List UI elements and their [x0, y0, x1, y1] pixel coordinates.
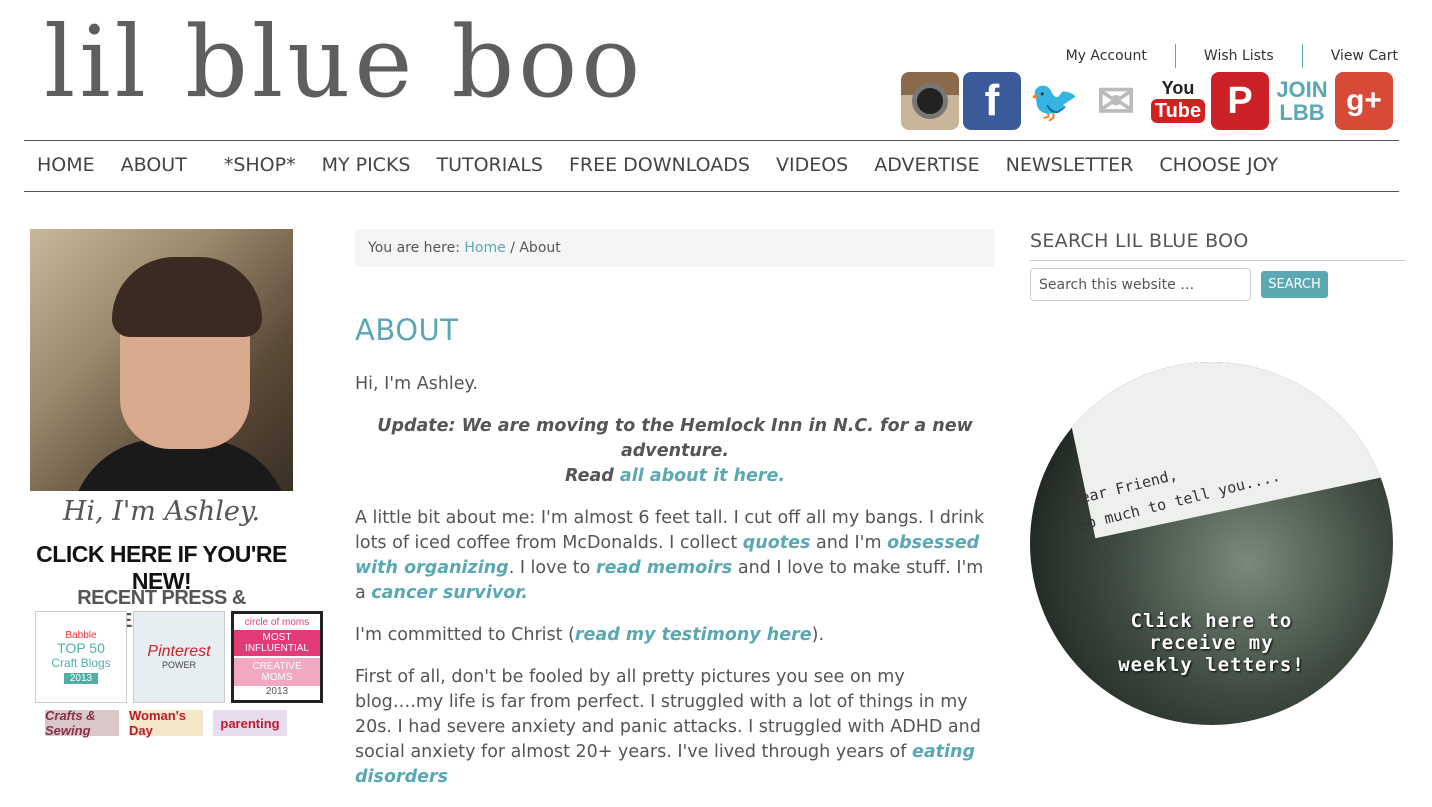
site-logo[interactable]: lil blue boo — [44, 14, 644, 112]
newsletter-cta: Click here to receive my weekly letters! — [1030, 610, 1393, 676]
circle-of-moms-badge[interactable]: circle of moms MOST INFLUENTIAL CREATIVE… — [231, 611, 323, 703]
press-badges: Babble TOP 50 Craft Blogs 2013 Pinterest… — [35, 611, 323, 703]
nav-shop[interactable]: *SHOP* — [224, 154, 296, 176]
badge-source: circle of moms — [244, 617, 310, 628]
story-paragraph: First of all, don't be fooled by all pre… — [355, 665, 995, 790]
nav-videos[interactable]: VIDEOS — [776, 154, 848, 176]
bio-paragraph: A little bit about me: I'm almost 6 feet… — [355, 506, 995, 606]
badge-title: TOP 50 — [57, 640, 105, 657]
breadcrumb-prefix: You are here: — [368, 240, 460, 256]
update-link[interactable]: all about it here. — [620, 466, 785, 486]
nav-about[interactable]: ABOUT — [121, 154, 187, 176]
youtube-you: You — [1161, 78, 1195, 98]
breadcrumb: You are here: Home / About — [355, 229, 995, 267]
main-nav: HOME ABOUT *SHOP* MY PICKS TUTORIALS FRE… — [37, 154, 1304, 176]
account-links: My Account Wish Lists View Cart — [1038, 44, 1398, 68]
nav-advertise[interactable]: ADVERTISE — [874, 154, 979, 176]
greeting-text: Hi, I'm Ashley. — [62, 496, 261, 527]
breadcrumb-home-link[interactable]: Home — [464, 240, 505, 256]
magazine-covers: Crafts & Sewing Woman's Day parenting — [45, 708, 287, 738]
pinterest-power-badge[interactable]: Pinterest POWER — [133, 611, 225, 703]
update-read: Read — [564, 466, 614, 486]
newsletter-signup-image[interactable]: Dear Friend, So much to tell you.... Cli… — [1030, 362, 1393, 725]
pinterest-icon[interactable]: P — [1211, 72, 1269, 130]
badge-subtitle: POWER — [161, 659, 196, 670]
youtube-icon[interactable]: You Tube — [1149, 72, 1207, 130]
magazine-cover[interactable]: Crafts & Sewing — [45, 708, 119, 738]
badge-title: MOST INFLUENTIAL — [234, 630, 320, 656]
view-cart-link[interactable]: View Cart — [1303, 48, 1398, 68]
nav-my-picks[interactable]: MY PICKS — [322, 154, 411, 176]
babble-badge[interactable]: Babble TOP 50 Craft Blogs 2013 — [35, 611, 127, 703]
magazine-cover[interactable]: parenting — [213, 710, 287, 736]
nav-choose-joy[interactable]: CHOOSE JOY — [1159, 154, 1278, 176]
join-lbb-icon[interactable]: JOIN LBB — [1273, 72, 1331, 130]
lbb-text: LBB — [1279, 100, 1325, 125]
wish-lists-link[interactable]: Wish Lists — [1176, 48, 1274, 68]
cta-line: Click here to — [1130, 610, 1293, 632]
badge-subtitle: CREATIVE MOMS — [234, 658, 320, 686]
twitter-icon[interactable]: 🐦 — [1025, 72, 1083, 130]
facebook-icon[interactable]: f — [963, 72, 1021, 130]
social-icons: f 🐦 ✉ You Tube P JOIN LBB g+ — [901, 72, 1393, 130]
google-plus-icon[interactable]: g+ — [1335, 72, 1393, 130]
nav-top-rule — [24, 140, 1399, 141]
memoirs-link[interactable]: read memoirs — [596, 558, 732, 578]
nav-bottom-rule — [24, 191, 1399, 192]
search-input[interactable] — [1030, 268, 1251, 301]
instagram-icon[interactable] — [901, 72, 959, 130]
badge-title: Pinterest — [147, 643, 211, 661]
breadcrumb-current: About — [519, 240, 561, 256]
sidebar-rule — [1030, 260, 1405, 261]
intro-paragraph: Hi, I'm Ashley. — [355, 374, 478, 394]
update-paragraph: Update: We are moving to the Hemlock Inn… — [355, 414, 995, 489]
page-title: ABOUT — [355, 313, 459, 347]
nav-tutorials[interactable]: TUTORIALS — [436, 154, 543, 176]
nav-home[interactable]: HOME — [37, 154, 95, 176]
cta-line: weekly letters! — [1118, 654, 1305, 676]
faith-paragraph: I'm committed to Christ (read my testimo… — [355, 623, 995, 648]
author-photo[interactable] — [30, 229, 293, 491]
text-span: I'm committed to Christ ( — [355, 625, 575, 645]
badge-subtitle: Craft Blogs — [51, 655, 111, 670]
text-span: ). — [811, 625, 825, 645]
cancer-survivor-link[interactable]: cancer survivor. — [371, 583, 528, 603]
nav-free-downloads[interactable]: FREE DOWNLOADS — [569, 154, 750, 176]
cta-line: receive my — [1149, 632, 1274, 654]
email-icon[interactable]: ✉ — [1087, 72, 1145, 130]
update-text: Update: We are moving to the Hemlock Inn… — [377, 416, 973, 461]
my-account-link[interactable]: My Account — [1038, 48, 1147, 68]
text-span: . I love to — [508, 558, 596, 578]
text-span: First of all, don't be fooled by all pre… — [355, 667, 981, 762]
badge-year: 2013 — [63, 672, 99, 684]
search-button[interactable]: SEARCH — [1261, 271, 1328, 298]
nav-newsletter[interactable]: NEWSLETTER — [1006, 154, 1134, 176]
breadcrumb-separator: / — [510, 240, 515, 256]
join-text: JOIN — [1276, 76, 1328, 102]
testimony-link[interactable]: read my testimony here — [575, 625, 812, 645]
page-content: Hi, I'm Ashley. Update: We are moving to… — [355, 372, 995, 807]
badge-year: 2013 — [265, 686, 289, 697]
text-span: and I'm — [810, 533, 888, 553]
magazine-cover[interactable]: Woman's Day — [129, 708, 203, 738]
quotes-link[interactable]: quotes — [743, 533, 811, 553]
search-heading: SEARCH LIL BLUE BOO — [1030, 230, 1249, 252]
youtube-tube: Tube — [1150, 99, 1206, 123]
